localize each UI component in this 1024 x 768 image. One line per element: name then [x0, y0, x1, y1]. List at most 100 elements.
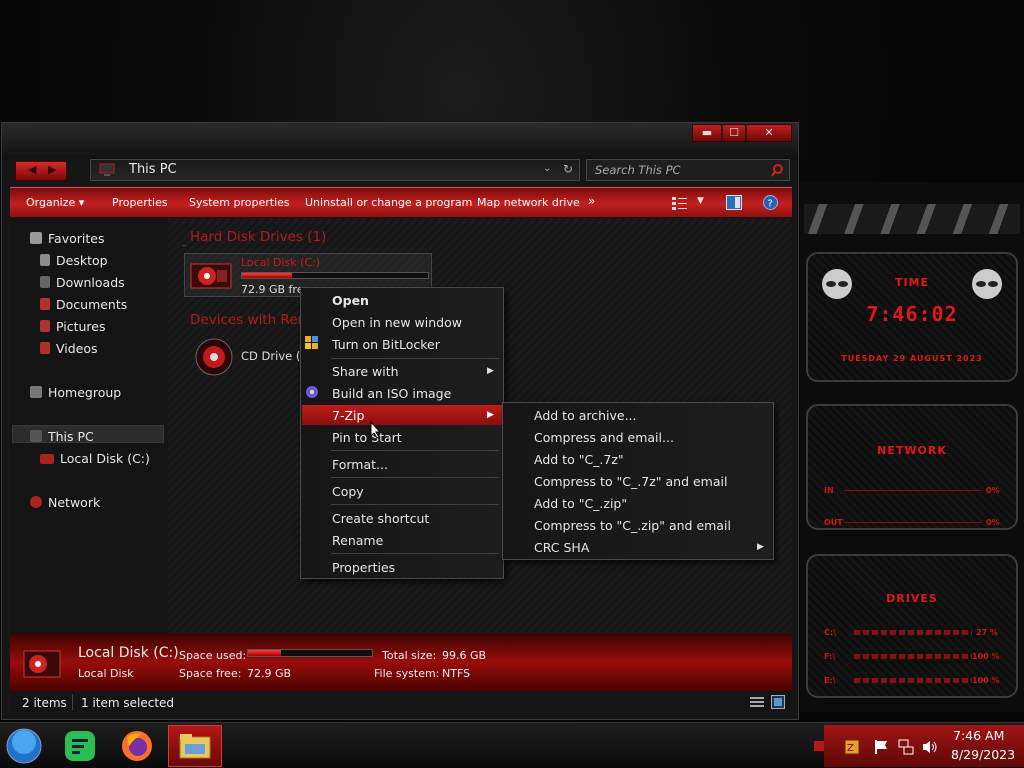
chevron-down-icon[interactable]: ⌄ [543, 163, 551, 174]
search-icon[interactable] [771, 164, 784, 177]
window-titlebar[interactable] [2, 123, 798, 159]
status-selected: 1 item selected [81, 696, 175, 710]
nav-network[interactable]: Network [30, 495, 100, 510]
map-network-drive-button[interactable]: Map network drive [477, 196, 580, 209]
properties-button[interactable]: Properties [112, 196, 168, 209]
net-out-label: OUT [824, 518, 843, 527]
zip-compress-email[interactable]: Compress and email... [534, 430, 674, 445]
details-type: Local Disk [78, 667, 134, 680]
menu-open-new-window[interactable]: Open in new window [332, 315, 462, 330]
drive-large-icon [23, 650, 61, 678]
close-button[interactable]: ✕ [746, 124, 792, 142]
zip-add-archive[interactable]: Add to archive... [534, 408, 637, 423]
address-bar[interactable]: This PC ⌄ ↻ [90, 159, 580, 181]
drive-c-name: Local Disk (C:) [241, 256, 321, 269]
file-explorer-taskbar-button[interactable] [168, 725, 222, 767]
uninstall-program-button[interactable]: Uninstall or change a program [305, 196, 472, 209]
menu-bitlocker[interactable]: Turn on BitLocker [332, 337, 440, 352]
maximize-button[interactable]: ☐ [722, 124, 746, 142]
zip-add-7z[interactable]: Add to "C_.7z" [534, 452, 624, 467]
volume-icon[interactable] [922, 739, 938, 755]
downloads-icon [40, 276, 50, 288]
folder-icon [179, 734, 211, 759]
zip-crc-sha[interactable]: CRC SHA [534, 540, 589, 555]
network-gadget[interactable]: NETWORK IN 0% OUT 0% [806, 404, 1018, 530]
status-bar: 2 items 1 item selected [10, 691, 792, 715]
help-icon[interactable]: ? [763, 195, 778, 210]
back-arrow-icon[interactable]: ◀ [28, 163, 36, 176]
time-gadget[interactable]: TIME 7:46:02 TUESDAY 29 AUGUST 2023 [806, 252, 1018, 382]
gadget-drive1-pct: 27 % [976, 628, 998, 637]
drive-c-usage-fill [242, 273, 293, 278]
context-menu: Open Open in new window Turn on BitLocke… [300, 287, 504, 579]
zip-compress-zip-email[interactable]: Compress to "C_.zip" and email [534, 518, 731, 533]
tray-app-icon[interactable]: Z [844, 739, 860, 755]
menu-build-iso[interactable]: Build an ISO image [332, 386, 451, 401]
nav-pictures[interactable]: Pictures [40, 319, 106, 334]
gadget-drive2-pct: 100 % [972, 652, 1000, 661]
system-properties-button[interactable]: System properties [189, 196, 290, 209]
gadget-drive1-bar [854, 630, 972, 635]
group-header-removable[interactable]: Devices with Rem [190, 312, 311, 328]
menu-copy[interactable]: Copy [332, 484, 364, 499]
net-in-graph [844, 490, 982, 491]
view-options-icon[interactable] [672, 196, 688, 210]
pictures-icon [40, 320, 50, 332]
nav-videos[interactable]: Videos [40, 341, 98, 356]
nav-this-pc[interactable]: This PC [30, 429, 94, 444]
computer-icon [99, 163, 115, 176]
computer-icon [30, 430, 42, 442]
zip-add-zip[interactable]: Add to "C_.zip" [534, 496, 627, 511]
nav-homegroup[interactable]: Homegroup [30, 385, 121, 400]
submenu-arrow-icon: ▶ [487, 410, 494, 420]
menu-rename[interactable]: Rename [332, 533, 383, 548]
flag-icon[interactable] [874, 739, 888, 755]
nav-downloads[interactable]: Downloads [40, 275, 125, 290]
organize-button[interactable]: Organize ▾ [26, 196, 84, 209]
taskbar-clock[interactable]: 7:46 AM [953, 728, 1004, 743]
nav-local-disk[interactable]: Local Disk (C:) [40, 451, 150, 466]
search-placeholder: Search This PC [595, 163, 681, 177]
search-box[interactable]: Search This PC [586, 159, 790, 181]
menu-separator [331, 477, 499, 478]
refresh-icon[interactable]: ↻ [563, 162, 573, 176]
star-icon [30, 232, 42, 244]
view-dropdown-icon[interactable]: ▼ [697, 196, 704, 206]
zip-compress-7z-email[interactable]: Compress to "C_.7z" and email [534, 474, 727, 489]
net-in-value: 0% [986, 486, 1000, 495]
minimize-button[interactable]: ▬ [692, 124, 722, 142]
preview-pane-icon[interactable] [726, 195, 742, 210]
network-title: NETWORK [877, 444, 947, 457]
drives-gadget[interactable]: DRIVES C:\ 27 % F:\ 100 % E:\ 100 % [806, 554, 1018, 698]
nav-documents[interactable]: Documents [40, 297, 127, 312]
forward-arrow-icon[interactable]: ▶ [48, 163, 56, 176]
menu-properties[interactable]: Properties [332, 560, 395, 575]
large-icons-view-icon[interactable] [771, 695, 785, 709]
group-header-hdd[interactable]: Hard Disk Drives (1) [190, 229, 326, 245]
menu-separator [331, 358, 499, 359]
cd-drive-icon[interactable] [194, 337, 234, 377]
firefox-icon[interactable] [119, 728, 155, 764]
menu-7zip[interactable]: 7-Zip [332, 408, 364, 423]
menu-format[interactable]: Format... [332, 457, 388, 472]
command-bar: Organize ▾ Properties System properties … [10, 187, 792, 217]
nav-favorites[interactable]: Favorites [30, 231, 104, 246]
mouse-cursor-icon [370, 421, 382, 439]
start-orb-icon[interactable] [6, 728, 42, 764]
gadget-header-stripes [804, 204, 1020, 234]
videos-icon [40, 342, 50, 354]
taskbar-date[interactable]: 8/29/2023 [951, 747, 1015, 762]
nav-desktop[interactable]: Desktop [40, 253, 108, 268]
gadget-drive3-pct: 100 % [972, 676, 1000, 685]
details-view-icon[interactable] [750, 696, 764, 709]
svg-text:Z: Z [847, 743, 854, 754]
notes-app-icon[interactable] [62, 728, 98, 764]
network-tray-icon[interactable] [898, 739, 914, 755]
back-forward-buttons[interactable]: ◀ ▶ [15, 161, 67, 181]
clock-date: TUESDAY 29 AUGUST 2023 [841, 354, 983, 363]
menu-create-shortcut[interactable]: Create shortcut [332, 511, 429, 526]
menu-open[interactable]: Open [332, 293, 369, 308]
menu-pin-start[interactable]: Pin to Start [332, 430, 402, 445]
menu-share-with[interactable]: Share with [332, 364, 399, 379]
more-commands-button[interactable]: » [588, 194, 595, 208]
